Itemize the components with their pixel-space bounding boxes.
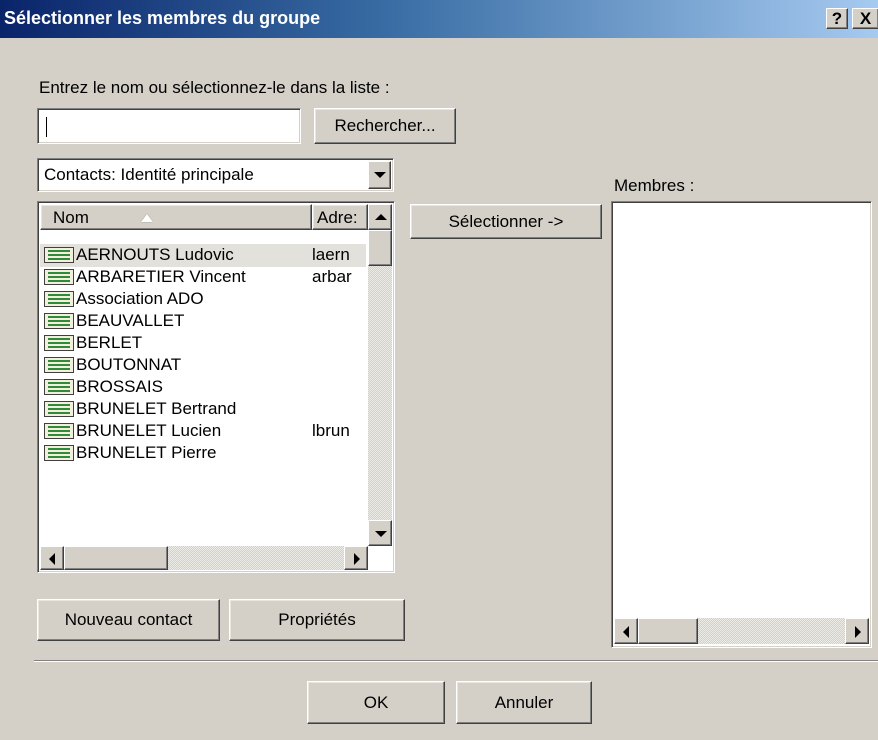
contact-card-icon <box>44 445 74 461</box>
title-bar[interactable]: Sélectionner les membres du groupe ? X <box>0 0 878 38</box>
scroll-left-button[interactable] <box>40 546 64 570</box>
contacts-vertical-scrollbar[interactable] <box>368 204 392 546</box>
list-item[interactable]: Association ADO <box>40 288 366 311</box>
search-input[interactable] <box>37 108 301 144</box>
contact-name: Association ADO <box>76 289 204 308</box>
contact-name: BOUTONNAT <box>76 355 182 374</box>
contact-name: ARBARETIER Vincent <box>76 267 246 286</box>
arrow-left-icon <box>623 626 629 638</box>
scroll-thumb[interactable] <box>368 230 392 266</box>
contact-card-icon <box>44 313 74 329</box>
list-item[interactable]: BOUTONNAT <box>40 354 366 377</box>
list-item[interactable]: AERNOUTS Ludovic laern <box>40 244 366 267</box>
dropdown-arrow-button[interactable] <box>368 161 391 189</box>
list-item[interactable]: BEAUVALLET <box>40 310 366 333</box>
ok-button[interactable]: OK <box>307 681 445 724</box>
contacts-horizontal-scrollbar[interactable] <box>40 546 368 570</box>
arrow-right-icon <box>855 626 861 638</box>
contact-card-icon <box>44 335 74 351</box>
scroll-right-button[interactable] <box>845 618 869 644</box>
contact-address: laern <box>312 245 350 264</box>
scroll-down-button[interactable] <box>368 520 392 546</box>
contact-name: AERNOUTS Ludovic <box>76 245 234 264</box>
contact-name: BERLET <box>76 333 143 352</box>
column-header-address[interactable]: Adre: <box>312 204 368 230</box>
contact-card-icon <box>44 423 74 439</box>
arrow-down-icon <box>375 531 387 537</box>
scroll-up-button[interactable] <box>368 204 392 230</box>
arrow-right-icon <box>354 553 360 565</box>
properties-button[interactable]: Propriétés <box>229 599 405 641</box>
column-header-name[interactable]: Nom <box>40 204 312 230</box>
search-input-field[interactable] <box>42 113 296 139</box>
close-button[interactable]: X <box>852 8 878 29</box>
contact-card-icon <box>44 291 74 307</box>
column-header-name-label: Nom <box>53 208 89 227</box>
address-book-selected: Contacts: Identité principale <box>44 165 254 184</box>
dialog-title: Sélectionner les membres du groupe <box>4 8 321 28</box>
chevron-down-icon <box>374 172 386 178</box>
list-item[interactable]: BRUNELET Bertrand <box>40 398 366 421</box>
list-item[interactable]: ARBARETIER Vincent arbar <box>40 266 366 289</box>
contact-name: BEAUVALLET <box>76 311 185 330</box>
new-contact-button[interactable]: Nouveau contact <box>37 599 220 641</box>
scroll-thumb[interactable] <box>638 618 698 644</box>
contact-name: BRUNELET Lucien <box>76 421 222 440</box>
help-button[interactable]: ? <box>826 8 848 29</box>
scroll-thumb[interactable] <box>64 546 168 570</box>
arrow-left-icon <box>49 553 55 565</box>
contact-card-icon <box>44 269 74 285</box>
column-header-address-label: Adre: <box>317 208 358 227</box>
contact-card-icon <box>44 401 74 417</box>
list-item[interactable]: BRUNELET Pierre <box>40 442 366 465</box>
arrow-up-icon <box>375 214 387 220</box>
cancel-button[interactable]: Annuler <box>456 681 592 724</box>
list-item[interactable]: BRUNELET Lucien lbrun <box>40 420 366 443</box>
contacts-rows: AERNOUTS Ludovic laern ARBARETIER Vincen… <box>40 232 368 544</box>
list-item[interactable]: BROSSAIS <box>40 376 366 399</box>
contact-address: lbrun <box>312 421 350 440</box>
contact-name: BROSSAIS <box>76 377 163 396</box>
contact-address: arbar <box>312 267 352 286</box>
sort-ascending-icon <box>141 214 153 222</box>
select-button[interactable]: Sélectionner -> <box>410 204 602 239</box>
scroll-left-button[interactable] <box>614 618 638 644</box>
search-prompt-label: Entrez le nom ou sélectionnez-le dans la… <box>39 78 390 97</box>
address-book-dropdown[interactable]: Contacts: Identité principale <box>37 158 394 192</box>
separator-highlight <box>34 661 878 662</box>
contact-card-icon <box>44 379 74 395</box>
members-horizontal-scrollbar[interactable] <box>614 618 869 644</box>
contact-name: BRUNELET Pierre <box>76 443 217 462</box>
list-item[interactable]: BERLET <box>40 332 366 355</box>
contacts-list[interactable]: Nom Adre: AERNOUTS Ludovic laern ARBARET… <box>37 201 395 573</box>
members-label: Membres : <box>614 176 695 195</box>
contact-name: BRUNELET Bertrand <box>76 399 237 418</box>
contact-card-icon <box>44 247 74 263</box>
members-list[interactable] <box>611 201 872 648</box>
contact-card-icon <box>44 357 74 373</box>
text-caret <box>46 117 47 137</box>
search-button[interactable]: Rechercher... <box>314 108 456 144</box>
scroll-right-button[interactable] <box>344 546 368 570</box>
